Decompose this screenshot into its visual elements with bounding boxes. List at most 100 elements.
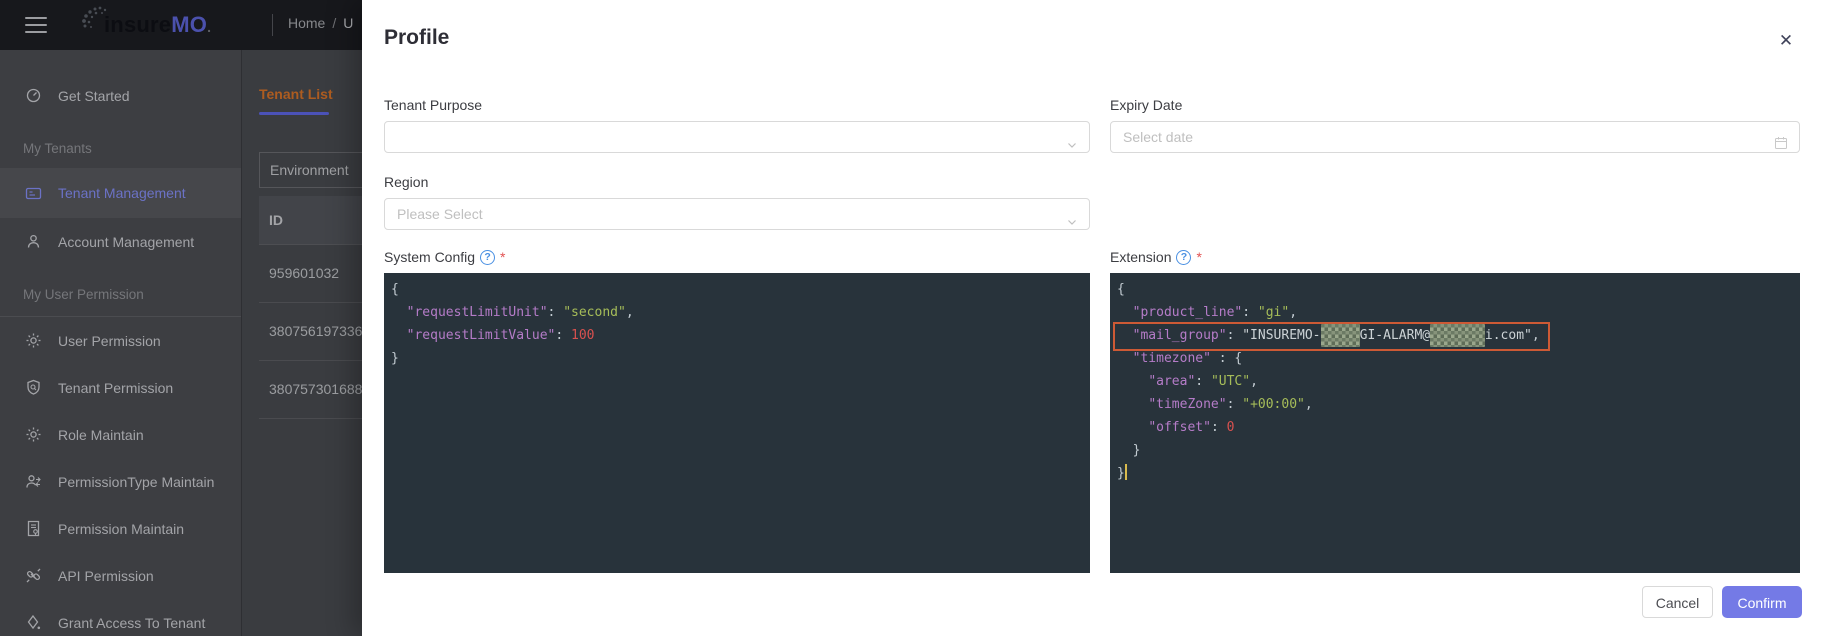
code-token: :: [1195, 374, 1211, 389]
region-label: Region: [384, 174, 429, 190]
plug-icon: [26, 568, 41, 583]
code-token: "timezone": [1132, 351, 1211, 366]
code-token: {: [391, 282, 399, 297]
background-page: Tenant List Environment ID 959601032 3807…: [243, 50, 362, 636]
sidebar-item-permission-maintain[interactable]: Permission Maintain: [0, 505, 241, 552]
code-token: ,: [625, 305, 634, 320]
tenant-purpose-select[interactable]: [384, 121, 1090, 153]
code-line: "offset": 0: [1117, 416, 1800, 439]
cancel-button[interactable]: Cancel: [1642, 586, 1713, 618]
table-row[interactable]: 380757301688: [259, 361, 362, 419]
user-icon: [27, 234, 40, 248]
breadcrumb-divider: [272, 14, 273, 36]
shield-icon: [27, 379, 40, 395]
sidebar-item-permissiontype-maintain[interactable]: PermissionType Maintain: [0, 458, 241, 505]
chevron-down-icon: [1066, 131, 1078, 161]
sidebar-item-role-maintain[interactable]: Role Maintain: [0, 411, 241, 458]
breadcrumb-item[interactable]: U: [343, 15, 353, 31]
sidebar-item-api-permission[interactable]: API Permission: [0, 552, 241, 599]
sidebar-item-tenant-permission[interactable]: Tenant Permission: [0, 364, 241, 411]
grant-icon: [27, 614, 41, 630]
code-line: "requestLimitUnit": "second",: [391, 301, 1090, 324]
help-icon[interactable]: ?: [1176, 249, 1192, 265]
text-cursor: [1124, 464, 1127, 480]
code-token: :: [1226, 397, 1243, 412]
environment-filter-select[interactable]: Environment: [259, 152, 362, 188]
sidebar-item-label: Get Started: [58, 87, 130, 104]
sidebar-item-grant-access-to-tenant[interactable]: Grant Access To Tenant: [0, 599, 241, 636]
code-token: 0: [1226, 420, 1235, 435]
sidebar-item-label: Tenant Management: [58, 185, 186, 201]
code-line: {: [391, 278, 1090, 301]
code-token: : {: [1210, 351, 1243, 366]
code-token: }: [1117, 443, 1141, 458]
code-token: "gi": [1257, 305, 1290, 320]
code-token: ,: [1250, 374, 1258, 389]
code-token: ,: [1289, 305, 1298, 320]
top-navbar: insureMO. Home / U: [0, 0, 362, 50]
help-icon[interactable]: ?: [480, 249, 496, 265]
tab-tenant-list[interactable]: Tenant List: [259, 86, 333, 102]
code-token: :: [555, 328, 572, 343]
gear-icon: [26, 427, 41, 442]
code-token: "requestLimitValue": [406, 328, 556, 343]
code-token: :: [547, 305, 564, 320]
close-icon[interactable]: ✕: [1775, 30, 1797, 52]
insuremo-logo: insureMO.: [80, 5, 211, 45]
calendar-icon: [1774, 130, 1788, 160]
expiry-date-input[interactable]: Select date: [1110, 121, 1800, 153]
sidebar-item-label: Account Management: [58, 233, 195, 250]
tab-active-underline: [259, 112, 329, 115]
breadcrumb: Home / U: [288, 15, 353, 31]
sidebar-item-label: Role Maintain: [58, 426, 144, 443]
code-line: }: [391, 347, 1090, 370]
code-token: 100: [571, 328, 595, 343]
sidebar-item-get-started[interactable]: Get Started: [0, 72, 241, 119]
drawer-title: Profile: [384, 26, 450, 49]
profile-drawer: Profile ✕ Tenant Purpose Expiry Date Sel…: [362, 0, 1822, 636]
table-row[interactable]: 380756197336: [259, 303, 362, 361]
code-token: "timeZone": [1148, 397, 1227, 412]
breadcrumb-item[interactable]: Home: [288, 15, 325, 31]
hamburger-menu-icon[interactable]: [25, 17, 47, 33]
code-token: "requestLimitUnit": [406, 305, 548, 320]
code-token: "UTC": [1210, 374, 1251, 389]
sidebar-item-account-management[interactable]: Account Management: [0, 218, 241, 265]
code-token: "product_line": [1132, 305, 1243, 320]
sidebar-item-label: Tenant Permission: [58, 379, 174, 396]
gear-icon: [26, 333, 41, 348]
sidebar-section-label: My Tenants: [23, 141, 92, 156]
code-line: "product_line": "gi",: [1117, 301, 1800, 324]
system-config-label: System Config ? *: [384, 249, 506, 265]
required-asterisk: *: [500, 249, 506, 265]
userswitch-icon: [26, 475, 41, 488]
screen: insureMO. Home / U Get Started My Tenants Te…: [0, 0, 1822, 636]
code-line: "requestLimitValue": 100: [391, 324, 1090, 347]
code-line: {: [1117, 278, 1800, 301]
tenant-purpose-label: Tenant Purpose: [384, 97, 483, 113]
confirm-button[interactable]: Confirm: [1722, 586, 1802, 618]
system-config-editor[interactable]: { "requestLimitUnit": "second", "request…: [384, 273, 1090, 573]
logo-text: insureMO.: [104, 12, 212, 37]
code-token: :: [1210, 420, 1227, 435]
region-select[interactable]: Please Select: [384, 198, 1090, 230]
dimmed-backdrop: insureMO. Home / U Get Started My Tenants Te…: [0, 0, 362, 636]
sidebar-item-label: PermissionType Maintain: [58, 473, 215, 490]
sidebar-nav: Get Started My Tenants Tenant Management Ac…: [0, 50, 242, 636]
code-token: "second": [563, 305, 626, 320]
extension-editor[interactable]: { "product_line": "gi", "mail_group": "I…: [1110, 273, 1800, 573]
code-token: {: [1117, 282, 1125, 297]
code-token: }: [391, 351, 399, 366]
table-row[interactable]: 959601032: [259, 245, 362, 303]
required-asterisk: *: [1196, 249, 1202, 265]
idcard-icon: [25, 187, 42, 199]
sidebar-item-tenant-management[interactable]: Tenant Management: [0, 168, 241, 218]
tenant-table: ID 959601032 380756197336 380757301688: [259, 196, 362, 419]
sidebar-item-user-permission[interactable]: User Permission: [0, 317, 241, 364]
code-token: }: [1117, 466, 1125, 481]
